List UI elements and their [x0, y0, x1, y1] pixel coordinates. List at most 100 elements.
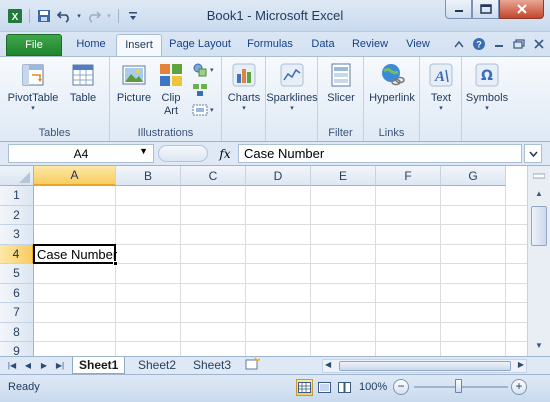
svg-text:?: ?	[476, 40, 482, 50]
table-icon	[69, 61, 97, 89]
tab-view[interactable]: View	[398, 34, 438, 56]
zoom-level[interactable]: 100%	[359, 381, 387, 393]
smartart-button[interactable]	[192, 81, 218, 99]
column-header-a[interactable]: A	[34, 166, 116, 186]
worksheet-grid[interactable]: A B C D E F G 1 2 3 4 5 6 7 8 9 Case Number	[0, 166, 527, 356]
group-label-tables: Tables	[38, 127, 71, 139]
column-header-f[interactable]: F	[376, 166, 441, 186]
zoom-slider-thumb[interactable]	[455, 379, 462, 393]
row-header-1[interactable]: 1	[0, 186, 34, 206]
tab-review[interactable]: Review	[348, 34, 392, 56]
column-header-d[interactable]: D	[246, 166, 311, 186]
text-label: Text	[430, 92, 452, 104]
scroll-down-icon[interactable]: ▼	[531, 338, 547, 353]
row-header-8[interactable]: 8	[0, 322, 34, 342]
insert-worksheet-button[interactable]	[240, 357, 264, 374]
workbook-minimize-icon[interactable]	[492, 37, 506, 51]
page-break-view-button[interactable]	[336, 379, 353, 396]
minimize-ribbon-icon[interactable]	[452, 37, 466, 51]
workbook-restore-icon[interactable]	[512, 37, 526, 51]
tab-insert[interactable]: Insert	[116, 34, 162, 56]
next-sheet-icon[interactable]: ▶	[38, 359, 50, 372]
screenshot-button[interactable]: ▾	[192, 101, 218, 119]
screenshot-dropdown-icon: ▾	[210, 107, 214, 114]
vertical-scrollbar[interactable]: ▲ ▼	[527, 166, 550, 356]
sheet-tab-sheet1[interactable]: Sheet1	[72, 357, 126, 374]
sheet-tab-sheet3[interactable]: Sheet3	[187, 357, 237, 374]
picture-button[interactable]: Picture	[114, 61, 154, 105]
tab-file[interactable]: File	[6, 34, 62, 56]
horizontal-scroll-thumb[interactable]	[339, 361, 511, 371]
row-header-2[interactable]: 2	[0, 205, 34, 225]
column-header-e[interactable]: E	[311, 166, 376, 186]
grid-column-line	[115, 186, 116, 356]
row-header-5[interactable]: 5	[0, 264, 34, 284]
first-sheet-icon[interactable]: |◀	[6, 359, 18, 372]
last-sheet-icon[interactable]: ▶|	[54, 359, 66, 372]
insert-function-button[interactable]: fx	[214, 144, 236, 163]
shapes-dropdown-icon: ▾	[210, 67, 214, 74]
shapes-button[interactable]: ▾	[192, 61, 218, 79]
expand-formula-bar-button[interactable]	[524, 144, 542, 163]
active-cell[interactable]: Case Number	[33, 243, 117, 264]
page-layout-view-button[interactable]	[316, 379, 333, 396]
pivottable-button[interactable]: PivotTable ▾	[8, 61, 58, 113]
scroll-right-icon[interactable]: ▶	[518, 360, 524, 369]
ribbon-tab-icons: ?	[452, 37, 546, 51]
charts-dropdown-icon: ▾	[242, 105, 246, 112]
zoom-in-button[interactable]: +	[511, 379, 527, 395]
column-header-g[interactable]: G	[441, 166, 506, 186]
omega-icon: Ω	[473, 61, 501, 89]
tab-page-layout[interactable]: Page Layout	[166, 34, 234, 56]
horizontal-scrollbar[interactable]: ◀ ▶	[322, 359, 527, 373]
clip-art-label: Clip Art	[161, 92, 181, 117]
workbook-close-icon[interactable]	[532, 37, 546, 51]
row-header-3[interactable]: 3	[0, 225, 34, 245]
row-header-4[interactable]: 4	[0, 244, 34, 264]
window-controls	[445, 0, 544, 19]
help-icon[interactable]: ?	[472, 37, 486, 51]
clip-art-button[interactable]: Clip Art	[156, 61, 186, 118]
fill-handle[interactable]	[113, 261, 118, 266]
row-header-7[interactable]: 7	[0, 303, 34, 323]
column-header-b[interactable]: B	[116, 166, 181, 186]
group-sparklines: Sparklines ▾	[266, 57, 318, 141]
row-header-9[interactable]: 9	[0, 342, 34, 356]
row-header-6[interactable]: 6	[0, 283, 34, 303]
hyperlink-icon	[378, 61, 406, 89]
table-button[interactable]: Table	[64, 61, 102, 105]
name-box[interactable]: A4 ▼	[8, 144, 154, 163]
scroll-up-icon[interactable]: ▲	[531, 186, 547, 201]
name-box-value: A4	[73, 146, 89, 161]
minimize-button[interactable]	[445, 0, 472, 19]
tab-data[interactable]: Data	[304, 34, 342, 56]
restore-icon	[479, 4, 492, 14]
group-illustrations: Picture Clip Art ▾ ▾ Illustrations	[110, 57, 222, 141]
prev-sheet-icon[interactable]: ◀	[22, 359, 34, 372]
vertical-scroll-thumb[interactable]	[531, 206, 547, 246]
slicer-button[interactable]: Slicer	[324, 61, 358, 105]
tab-formulas[interactable]: Formulas	[242, 34, 298, 56]
group-text: A Text ▾	[420, 57, 462, 141]
split-box[interactable]	[531, 168, 547, 183]
normal-view-button[interactable]	[296, 379, 313, 396]
column-header-c[interactable]: C	[181, 166, 246, 186]
formula-bar: A4 ▼ fx Case Number	[0, 142, 550, 166]
sheet-tab-sheet2[interactable]: Sheet2	[132, 357, 182, 374]
select-all-button[interactable]	[0, 166, 34, 186]
hyperlink-button[interactable]: Hyperlink	[368, 61, 416, 105]
zoom-out-button[interactable]: −	[393, 379, 409, 395]
scroll-left-icon[interactable]: ◀	[325, 360, 331, 369]
close-button[interactable]	[499, 0, 544, 19]
formula-input[interactable]: Case Number	[238, 144, 522, 163]
text-button[interactable]: A Text ▾	[424, 61, 458, 113]
formula-bar-splitter[interactable]	[158, 145, 208, 162]
tab-home[interactable]: Home	[68, 34, 114, 56]
name-box-dropdown-icon[interactable]: ▼	[139, 146, 148, 156]
sparklines-button[interactable]: Sparklines ▾	[266, 61, 318, 113]
charts-button[interactable]: Charts ▾	[226, 61, 262, 113]
hyperlink-label: Hyperlink	[369, 92, 415, 104]
restore-button[interactable]	[472, 0, 499, 19]
symbols-button[interactable]: Ω Symbols ▾	[464, 61, 510, 113]
pivottable-label: PivotTable	[7, 92, 59, 104]
